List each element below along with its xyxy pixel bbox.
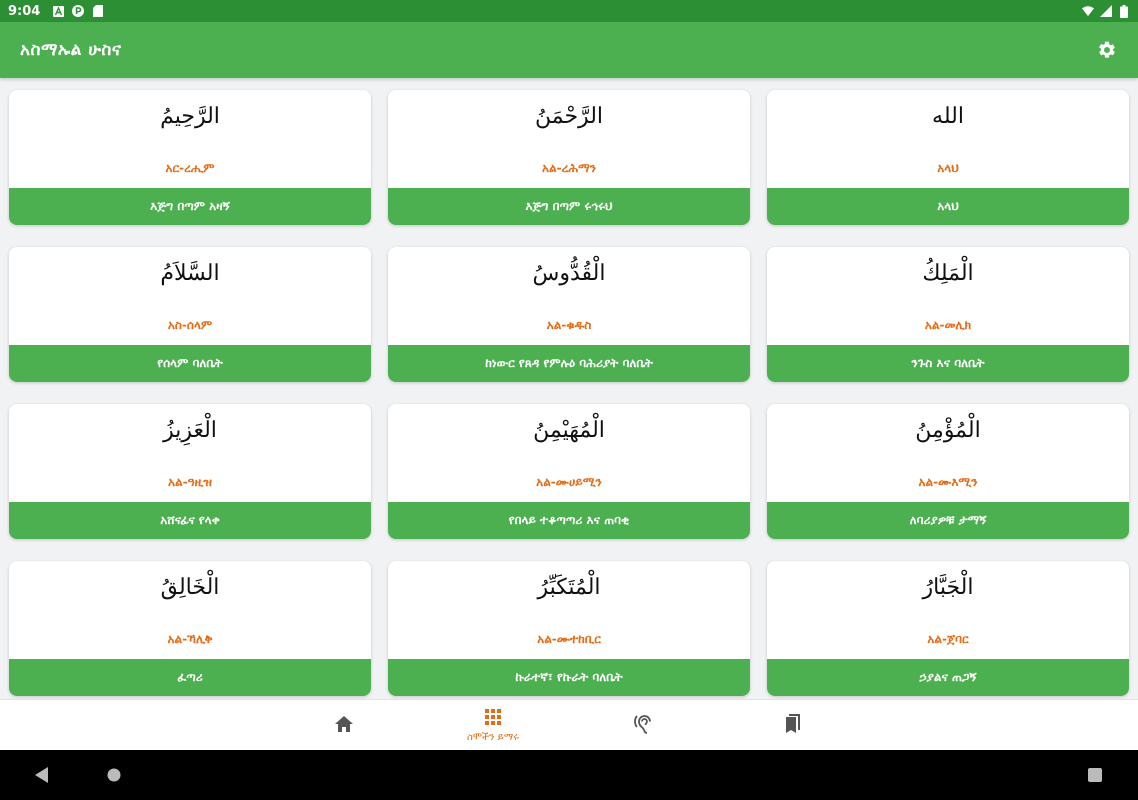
bottom-navigation: ስሞችን ይማሩ — [0, 699, 1138, 750]
meaning-bar: ኩራተኛ፣ የኩራት ባለቤት — [388, 659, 750, 696]
gear-icon[interactable] — [1096, 39, 1118, 61]
arabic-name: الْجَبَّارُ — [922, 575, 974, 600]
nav-home[interactable] — [299, 700, 389, 751]
meaning-bar: ከነውር የጸዳ የምሉዕ ባሕሪያት ባለቤት — [388, 345, 750, 382]
meaning-bar: ለባሪያዎቹ ታማኝ — [767, 502, 1129, 539]
arabic-name: الرَّحِيمُ — [160, 104, 220, 129]
name-card[interactable]: السَّلاَمُ አስ-ሰላም የሰላም ባለቤት — [9, 247, 371, 382]
name-card[interactable]: الْمُهَيْمِنُ አል-ሙሀይሚን የበላይ ተቆጣጣሪ እና ጠባቂ — [388, 404, 750, 539]
transliteration: አል-ጀባር — [927, 632, 969, 646]
transliteration: አስ-ሰላም — [167, 318, 213, 332]
battery-icon — [1118, 4, 1130, 18]
nav-listen[interactable] — [598, 700, 688, 751]
transliteration: አል-ቁዱስ — [546, 318, 592, 332]
meaning-bar: አሸናፊና የላቀ — [9, 502, 371, 539]
transliteration: አል-ኻሊቅ — [167, 632, 213, 646]
transliteration: አል-መሊክ — [924, 318, 972, 332]
arabic-name: الْمَلِكُ — [922, 261, 974, 286]
arabic-name: الرَّحْمَنُ — [534, 104, 604, 129]
a-icon — [52, 5, 64, 17]
system-navigation-bar — [0, 750, 1138, 800]
meaning-bar: ኃያልና ጠጋኝ — [767, 659, 1129, 696]
name-card[interactable]: الرَّحْمَنُ አል-ረሕማን እጅግ በጣም ሩኅሩህ — [388, 90, 750, 225]
transliteration: አል-ሙተከቢር — [537, 632, 601, 646]
arabic-name: الْقُدُّوسُ — [532, 261, 606, 286]
arabic-name: السَّلاَمُ — [160, 261, 220, 286]
meaning-bar: እጅግ በጣም ሩኅሩህ — [388, 188, 750, 225]
name-card[interactable]: الله አላህ አላህ — [767, 90, 1129, 225]
sdcard-icon — [92, 5, 104, 17]
name-card[interactable]: الْمُؤْمِنُ አል-ሙእሚን ለባሪያዎቹ ታማኝ — [767, 404, 1129, 539]
grid-icon — [485, 708, 501, 729]
meaning-bar: አላህ — [767, 188, 1129, 225]
arabic-name: الْمُتَكَبِّرُ — [537, 575, 601, 600]
arabic-name: الله — [932, 104, 964, 129]
meaning-bar: የሰላም ባለቤት — [9, 345, 371, 382]
back-icon[interactable] — [31, 764, 53, 786]
app-bar: አስማኡል ሁስና — [0, 22, 1138, 78]
name-card[interactable]: الْمَلِكُ አል-መሊክ ንጉስ እና ባለቤት — [767, 247, 1129, 382]
transliteration: አል-ዓዚዝ — [167, 475, 212, 489]
arabic-name: الْخَالِقُ — [160, 575, 220, 600]
meaning-bar: ንጉስ እና ባለቤት — [767, 345, 1129, 382]
transliteration: አል-ረሕማን — [541, 161, 596, 175]
transliteration: አል-ሙእሚን — [918, 475, 978, 489]
home-circle-icon[interactable] — [103, 764, 125, 786]
name-card[interactable]: الْقُدُّوسُ አል-ቁዱስ ከነውር የጸዳ የምሉዕ ባሕሪያት ባ… — [388, 247, 750, 382]
name-card[interactable]: الْخَالِقُ አል-ኻሊቅ ፈጣሪ — [9, 561, 371, 696]
name-card[interactable]: الرَّحِيمُ አር-ረሒም እጅግ በጣም አዛኝ — [9, 90, 371, 225]
hearing-icon — [634, 714, 652, 738]
nav-bookmarks[interactable] — [748, 700, 838, 751]
arabic-name: الْعَزِيزُ — [163, 418, 217, 443]
meaning-bar: ፈጣሪ — [9, 659, 371, 696]
nav-learn-names-label: ስሞችን ይማሩ — [467, 731, 519, 743]
name-card[interactable]: الْجَبَّارُ አል-ጀባር ኃያልና ጠጋኝ — [767, 561, 1129, 696]
recents-icon[interactable] — [1084, 764, 1106, 786]
arabic-name: الْمُؤْمِنُ — [915, 418, 981, 443]
p-icon — [72, 5, 85, 17]
name-card[interactable]: الْعَزِيزُ አል-ዓዚዝ አሸናፊና የላቀ — [9, 404, 371, 539]
name-card[interactable]: الْمُتَكَبِّرُ አል-ሙተከቢር ኩራተኛ፣ የኩራት ባለቤት — [388, 561, 750, 696]
home-icon — [334, 715, 354, 737]
transliteration: አላህ — [937, 161, 959, 175]
arabic-name: الْمُهَيْمِنُ — [533, 418, 605, 443]
app-title: አስማኡል ሁስና — [20, 40, 122, 60]
meaning-bar: እጅግ በጣም አዛኝ — [9, 188, 371, 225]
status-time: 9:04 — [8, 3, 41, 19]
wifi-icon — [1082, 5, 1094, 17]
signal-icon — [1100, 5, 1112, 17]
status-bar: 9:04 — [0, 0, 1138, 22]
transliteration: አር-ረሒም — [165, 161, 215, 175]
transliteration: አል-ሙሀይሚን — [536, 475, 602, 489]
meaning-bar: የበላይ ተቆጣጣሪ እና ጠባቂ — [388, 502, 750, 539]
nav-learn-names[interactable]: ስሞችን ይማሩ — [448, 700, 538, 751]
bookmarks-icon — [785, 713, 801, 738]
names-grid: الرَّحِيمُ አር-ረሒም እጅግ በጣም አዛኝ الرَّحْمَن… — [0, 78, 1138, 699]
